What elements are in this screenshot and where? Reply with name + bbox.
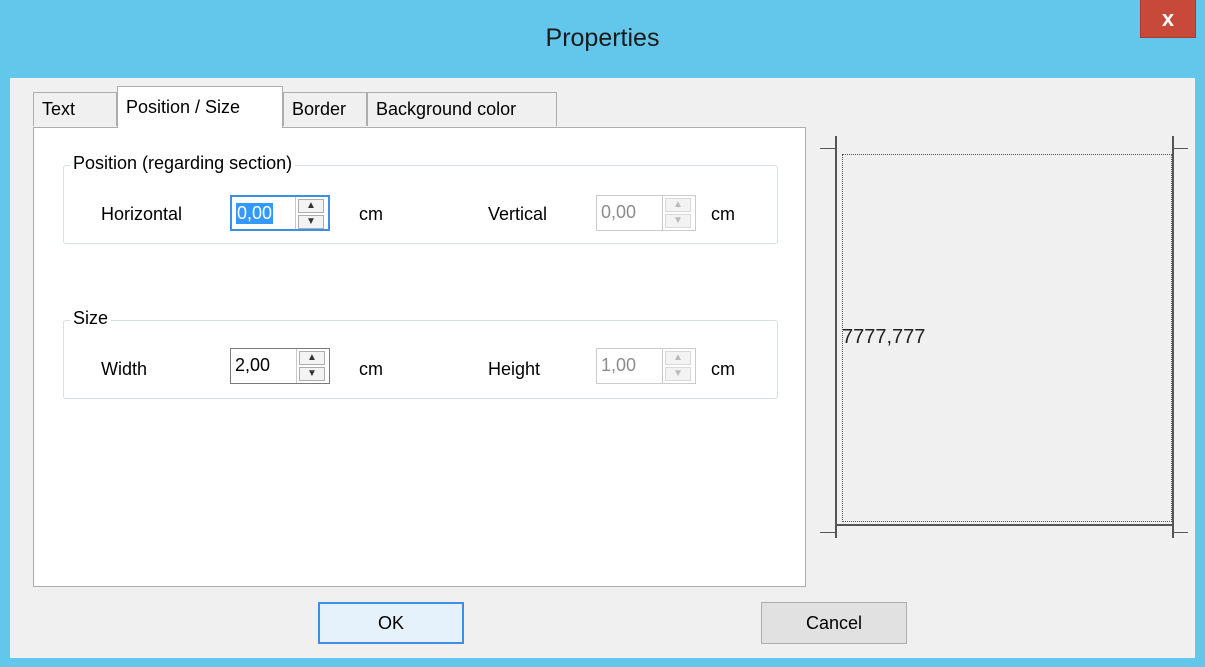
preview-bottom-margin-line	[835, 524, 1174, 526]
cancel-button[interactable]: Cancel	[761, 602, 907, 644]
size-group-legend: Size	[70, 308, 112, 329]
horizontal-unit: cm	[359, 204, 383, 224]
horizontal-spin-buttons: ▲ ▼	[295, 197, 328, 229]
preview-tick	[820, 148, 836, 149]
horizontal-label: Horizontal	[101, 204, 183, 224]
width-label: Width	[101, 359, 148, 379]
height-spinner[interactable]: 1,00 ▲ ▼	[596, 348, 696, 384]
spin-up-icon[interactable]: ▲	[299, 351, 325, 365]
preview-right-margin-line	[1172, 136, 1174, 538]
vertical-value: 0,00	[601, 202, 637, 222]
preview-left-margin-line	[835, 136, 837, 538]
window-title: Properties	[545, 24, 660, 52]
tab-position-size[interactable]: Position / Size	[117, 86, 283, 128]
tab-border[interactable]: Border	[283, 92, 367, 126]
tab-background-color[interactable]: Background color	[367, 92, 557, 126]
tab-label: Text	[42, 99, 76, 119]
position-group-legend: Position (regarding section)	[70, 153, 296, 174]
height-unit: cm	[711, 359, 735, 379]
tab-label: Position / Size	[126, 97, 241, 117]
spin-down-icon[interactable]: ▼	[665, 367, 691, 381]
spin-up-icon[interactable]: ▲	[298, 199, 324, 213]
spin-up-icon[interactable]: ▲	[665, 351, 691, 365]
position-group: Position (regarding section) Horizontal …	[63, 153, 778, 244]
height-label: Height	[488, 359, 541, 379]
spin-down-icon[interactable]: ▼	[298, 215, 324, 229]
tab-label: Border	[292, 99, 347, 119]
height-spin-buttons: ▲ ▼	[662, 349, 695, 383]
vertical-spin-buttons: ▲ ▼	[662, 196, 695, 230]
tab-panel-position-size: Position (regarding section) Horizontal …	[33, 127, 806, 587]
preview-sample-text: 7777,777	[842, 326, 926, 348]
width-unit: cm	[359, 359, 383, 379]
tab-text[interactable]: Text	[33, 92, 117, 126]
horizontal-value[interactable]: 0,00	[236, 203, 274, 224]
width-spin-buttons: ▲ ▼	[296, 349, 329, 383]
spin-down-icon[interactable]: ▼	[665, 214, 691, 228]
preview-tick	[1172, 148, 1188, 149]
width-value[interactable]: 2,00	[235, 355, 270, 376]
ok-button[interactable]: OK	[318, 602, 464, 644]
spin-down-icon[interactable]: ▼	[299, 367, 325, 381]
close-icon: x	[1161, 5, 1175, 31]
tab-label: Background color	[376, 99, 517, 119]
preview-tick	[1172, 532, 1188, 533]
size-group: Size Width 2,00 ▲ ▼ cm Height 1,00 ▲ ▼ c…	[63, 308, 778, 399]
close-button[interactable]: x	[1140, 0, 1196, 38]
height-value: 1,00	[601, 355, 637, 375]
properties-dialog: Properties x Text Position / Size Border…	[0, 0, 1205, 667]
width-spinner[interactable]: 2,00 ▲ ▼	[230, 348, 330, 384]
vertical-label: Vertical	[488, 204, 548, 224]
preview-tick	[820, 532, 836, 533]
vertical-spinner[interactable]: 0,00 ▲ ▼	[596, 195, 696, 231]
spin-up-icon[interactable]: ▲	[665, 198, 691, 212]
preview-area: 7777,777	[820, 136, 1190, 556]
vertical-unit: cm	[711, 204, 735, 224]
horizontal-spinner[interactable]: 0,00 ▲ ▼	[230, 195, 330, 231]
title-bar[interactable]: Properties x	[0, 0, 1205, 78]
